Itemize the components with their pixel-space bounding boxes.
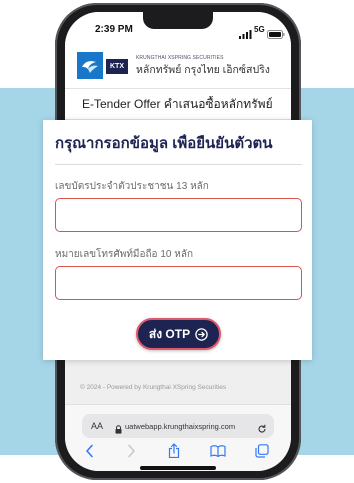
signal-bars-icon bbox=[239, 26, 252, 44]
modal-divider bbox=[55, 164, 302, 165]
phone-notch bbox=[143, 12, 213, 29]
send-otp-label: ส่ง OTP bbox=[148, 327, 191, 341]
tabs-icon[interactable] bbox=[253, 443, 271, 458]
phone-number-input[interactable] bbox=[55, 266, 302, 300]
reload-icon[interactable] bbox=[257, 421, 267, 439]
share-icon[interactable] bbox=[165, 443, 183, 458]
footer-copyright: © 2024 - Powered by Krungthai XSpring Se… bbox=[80, 384, 227, 391]
id-card-input[interactable] bbox=[55, 198, 302, 232]
browser-toolbar: AA uatwebapp.krungthaixspring.com bbox=[65, 404, 291, 471]
network-type: 5G bbox=[254, 25, 265, 34]
ktx-badge: KTX bbox=[106, 59, 128, 74]
lock-icon bbox=[115, 421, 122, 439]
home-indicator[interactable] bbox=[140, 466, 216, 470]
company-name-th: หลักทรัพย์ กรุงไทย เอ็กซ์สปริง bbox=[136, 64, 270, 76]
krungthai-logo-icon[interactable] bbox=[77, 52, 103, 79]
bookmarks-icon[interactable] bbox=[209, 443, 227, 458]
id-card-label: เลขบัตรประจำตัวประชาชน 13 หลัก bbox=[55, 181, 209, 192]
phone-number-label: หมายเลขโทรศัพท์มือถือ 10 หลัก bbox=[55, 249, 194, 260]
address-url[interactable]: uatwebapp.krungthaixspring.com bbox=[125, 422, 235, 431]
battery-icon bbox=[267, 26, 285, 44]
status-time: 2:39 PM bbox=[95, 24, 133, 35]
address-bar[interactable]: AA uatwebapp.krungthaixspring.com bbox=[82, 414, 274, 438]
modal-heading: กรุณากรอกข้อมูล เพื่อยืนยันตัวตน bbox=[55, 135, 273, 152]
back-chevron-icon[interactable] bbox=[81, 443, 99, 458]
text-size-button[interactable]: AA bbox=[91, 421, 103, 431]
page-title: E-Tender Offer คำเสนอซื้อหลักทรัพย์ bbox=[82, 97, 273, 111]
company-name-en: KRUNGTHAI XSPRING SECURITIES bbox=[136, 55, 224, 61]
arrow-circle-right-icon bbox=[195, 327, 208, 341]
verify-identity-modal: กรุณากรอกข้อมูล เพื่อยืนยันตัวตน เลขบัตร… bbox=[43, 120, 312, 360]
send-otp-button[interactable]: ส่ง OTP bbox=[136, 318, 221, 350]
header-divider bbox=[65, 88, 291, 89]
forward-chevron-icon[interactable] bbox=[122, 443, 140, 458]
